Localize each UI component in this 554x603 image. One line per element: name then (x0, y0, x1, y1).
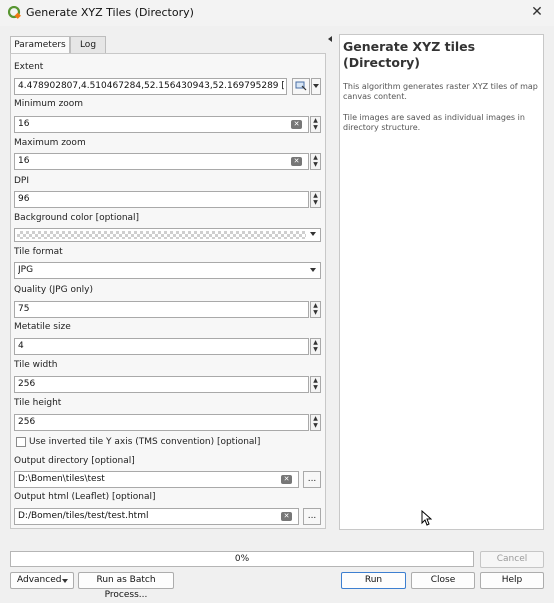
output-dir-label: Output directory [optional] (14, 456, 135, 466)
help-description: This algorithm generates raster XYZ tile… (343, 82, 538, 101)
extent-label: Extent (14, 62, 44, 72)
tile-width-label: Tile width (14, 360, 58, 370)
output-dir-input[interactable]: D:\Bomen\tiles\test ✕ (14, 471, 299, 488)
output-html-label: Output html (Leaflet) [optional] (14, 492, 156, 502)
help-button[interactable]: Help (480, 572, 544, 589)
collapse-help-icon[interactable] (328, 36, 332, 42)
tile-width-input[interactable]: 256 (14, 376, 309, 393)
progress-text: 0% (234, 554, 250, 564)
min-zoom-input[interactable]: 16 ✕ (14, 116, 309, 133)
chevron-down-icon (310, 268, 316, 272)
run-as-batch-button[interactable]: Run as Batch Process... (78, 572, 174, 600)
output-html-browse-button[interactable]: ... (303, 508, 321, 525)
dpi-input[interactable]: 96 (14, 191, 309, 208)
tab-parameters[interactable]: Parameters (10, 36, 70, 54)
help-title: Generate XYZ tiles (Directory) (343, 39, 476, 70)
tile-width-spinner[interactable]: ▲ ▼ (310, 376, 321, 393)
bg-color-picker[interactable] (14, 228, 321, 242)
extent-field[interactable]: 4.478902807,4.510467284,52.156430943,52.… (14, 78, 287, 95)
tile-format-label: Tile format (14, 247, 63, 257)
title-bar: Generate XYZ Tiles (Directory) ✕ (0, 0, 554, 26)
min-zoom-spinner[interactable]: ▲ ▼ (310, 116, 321, 133)
tile-height-label: Tile height (14, 398, 62, 408)
tab-log[interactable]: Log (70, 36, 106, 53)
map-extent-icon (295, 81, 307, 91)
tile-format-select[interactable]: JPG (14, 262, 321, 279)
tms-checkbox[interactable] (16, 437, 26, 447)
clear-icon[interactable]: ✕ (281, 475, 292, 484)
max-zoom-input[interactable]: 16 ✕ (14, 153, 309, 170)
output-html-input[interactable]: D:/Bomen/tiles/test/test.html ✕ (14, 508, 299, 525)
bg-color-label: Background color [optional] (14, 213, 140, 223)
min-zoom-label: Minimum zoom (14, 99, 84, 109)
dpi-label: DPI (14, 176, 30, 186)
help-panel (339, 34, 544, 530)
clear-icon[interactable]: ✕ (281, 512, 292, 521)
mouse-cursor-icon (421, 510, 432, 526)
extent-picker-button[interactable] (292, 78, 310, 95)
quality-spinner[interactable]: ▲ ▼ (310, 301, 321, 318)
metatile-spinner[interactable]: ▲ ▼ (310, 338, 321, 355)
tms-checkbox-label: Use inverted tile Y axis (TMS convention… (29, 437, 261, 447)
help-note: Tile images are saved as individual imag… (343, 113, 525, 132)
clear-icon[interactable]: ✕ (291, 157, 302, 166)
window-title: Generate XYZ Tiles (Directory) (26, 6, 194, 19)
dpi-spinner[interactable]: ▲ ▼ (310, 191, 321, 208)
metatile-label: Metatile size (14, 322, 71, 332)
close-window-icon[interactable]: ✕ (528, 3, 546, 21)
advanced-button[interactable]: Advanced (10, 572, 74, 589)
tile-height-spinner[interactable]: ▲ ▼ (310, 414, 321, 431)
progress-bar: 0% (10, 551, 474, 567)
cancel-button[interactable]: Cancel (480, 551, 544, 568)
extent-dropdown-button[interactable] (311, 78, 321, 95)
chevron-down-icon (62, 579, 68, 583)
metatile-input[interactable]: 4 (14, 338, 309, 355)
quality-input[interactable]: 75 (14, 301, 309, 318)
tile-height-input[interactable]: 256 (14, 414, 309, 431)
close-button[interactable]: Close (411, 572, 475, 589)
max-zoom-spinner[interactable]: ▲ ▼ (310, 153, 321, 170)
qgis-logo-icon (8, 6, 21, 19)
run-button[interactable]: Run (341, 572, 406, 589)
quality-label: Quality (JPG only) (14, 285, 93, 295)
max-zoom-label: Maximum zoom (14, 138, 86, 148)
output-dir-browse-button[interactable]: ... (303, 471, 321, 488)
clear-icon[interactable]: ✕ (291, 120, 302, 129)
